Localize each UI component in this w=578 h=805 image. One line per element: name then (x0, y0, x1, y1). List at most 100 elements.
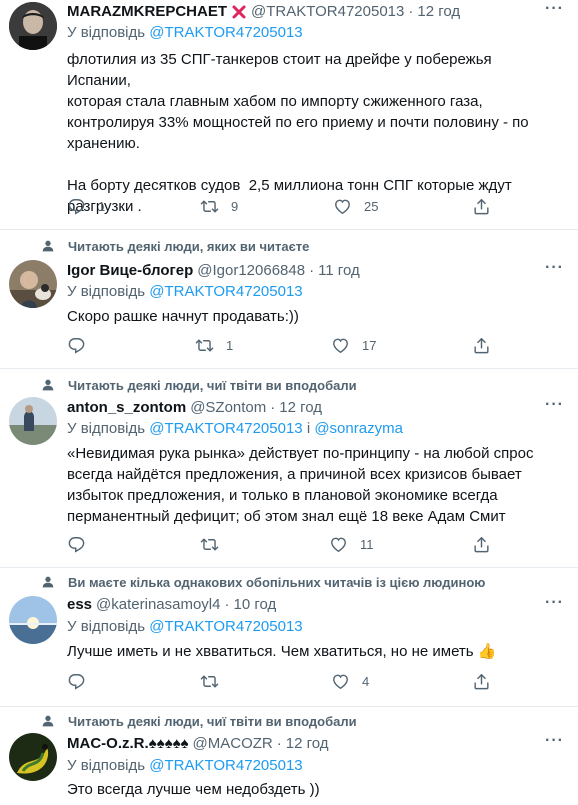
person-icon (40, 377, 56, 393)
like-count: 17 (362, 338, 377, 353)
retweet-button[interactable] (200, 535, 241, 554)
action-bar: 11 (67, 535, 497, 557)
share-button[interactable] (472, 336, 503, 355)
author-handle[interactable]: @SZontom (190, 399, 266, 416)
avatar[interactable] (9, 2, 57, 50)
reply-icon (67, 672, 86, 691)
action-bar: 4 (67, 672, 497, 694)
reply-to-link-2[interactable]: @sonrazyma (314, 420, 403, 437)
tweet[interactable]: Читають деякі люди, чиї твіти ви вподоба… (0, 707, 578, 805)
like-count: 11 (360, 537, 374, 552)
share-icon (472, 672, 491, 691)
reply-context: У відповідь @TRAKTOR47205013 (67, 618, 303, 635)
reply-to-link[interactable]: @TRAKTOR47205013 (149, 283, 302, 300)
reply-and: і (306, 420, 311, 437)
person-icon (40, 238, 56, 254)
like-button[interactable]: 25 (333, 197, 378, 216)
like-button[interactable]: 4 (331, 672, 372, 691)
reply-to-link[interactable]: @TRAKTOR47205013 (149, 757, 302, 774)
reply-context: У відповідь @TRAKTOR47205013 і @sonrazym… (67, 420, 403, 437)
heart-icon (333, 197, 352, 216)
author-name[interactable]: anton_s_zontom (67, 399, 186, 416)
reply-icon (67, 336, 86, 355)
social-context: Читають деякі люди, чиї твіти ви вподоба… (40, 713, 357, 729)
avatar[interactable] (9, 260, 57, 308)
reply-button[interactable]: 1 (67, 197, 108, 216)
separator-dot: · (270, 399, 276, 416)
more-icon[interactable]: ··· (545, 396, 564, 414)
reply-prefix: У відповідь (67, 283, 146, 300)
tweet[interactable]: MARAZMKREPCHAET @TRAKTOR47205013 · 12 го… (0, 0, 578, 228)
author-handle[interactable]: @MACOZR (193, 735, 273, 752)
tweet-text: Скоро рашке начнут продавать:)) (67, 308, 299, 325)
retweet-count: 9 (231, 199, 239, 214)
social-context-text: Читають деякі люди, чиї твіти ви вподоба… (68, 713, 357, 729)
tweet-text: флотилия из 35 СПГ-танкеров стоит на дре… (67, 51, 529, 215)
author-name[interactable]: ess (67, 596, 92, 613)
author-handle[interactable]: @TRAKTOR47205013 (251, 3, 404, 20)
retweet-button[interactable]: 9 (200, 197, 241, 216)
author-name[interactable]: MARAZMKREPCHAET (67, 3, 227, 20)
social-context-text: Читають деякі люди, яких ви читаєте (68, 238, 310, 254)
reply-context: У відповідь @TRAKTOR47205013 (67, 24, 303, 41)
share-icon (472, 197, 491, 216)
tweet[interactable]: Читають деякі люди, яких ви читаєте Igor… (0, 230, 578, 368)
social-context: Читають деякі люди, чиї твіти ви вподоба… (40, 377, 357, 393)
timestamp[interactable]: 11 год (318, 262, 360, 279)
tweet[interactable]: Читають деякі люди, чиї твіти ви вподоба… (0, 369, 578, 567)
share-button[interactable] (472, 197, 503, 216)
person-icon (40, 574, 56, 590)
author-handle[interactable]: @Igor12066848 (197, 262, 305, 279)
retweet-icon (200, 672, 219, 691)
author-name[interactable]: MAC-O.z.R.♠♠♠♠♠ (67, 735, 189, 752)
retweet-count: 1 (226, 338, 234, 353)
author-name[interactable]: Igor Вице-блогер (67, 262, 193, 279)
like-count: 4 (362, 674, 370, 689)
share-button[interactable] (472, 535, 503, 554)
heart-icon (329, 535, 348, 554)
cross-mark-icon (231, 4, 247, 20)
author-handle[interactable]: @katerinasamoyl4 (96, 596, 220, 613)
share-button[interactable] (472, 672, 503, 691)
more-icon[interactable]: ··· (545, 732, 564, 750)
action-bar: 1 9 25 (67, 197, 497, 219)
share-icon (472, 336, 491, 355)
timestamp[interactable]: 10 год (233, 596, 276, 613)
reply-prefix: У відповідь (67, 420, 146, 437)
reply-prefix: У відповідь (67, 618, 146, 635)
social-context: Ви маєте кілька однакових обопільних чит… (40, 574, 485, 590)
reply-prefix: У відповідь (67, 757, 146, 774)
tweet[interactable]: Ви маєте кілька однакових обопільних чит… (0, 568, 578, 706)
tweet-text: Лучше иметь и не хвватиться. Чем хватить… (67, 643, 497, 660)
reply-context: У відповідь @TRAKTOR47205013 (67, 757, 303, 774)
timestamp[interactable]: 12 год (286, 735, 329, 752)
reply-to-link[interactable]: @TRAKTOR47205013 (149, 618, 302, 635)
like-button[interactable]: 17 (331, 336, 376, 355)
retweet-icon (200, 197, 219, 216)
heart-icon (331, 336, 350, 355)
more-icon[interactable]: ··· (545, 259, 564, 277)
avatar[interactable] (9, 397, 57, 445)
reply-to-link[interactable]: @TRAKTOR47205013 (149, 24, 302, 41)
retweet-button[interactable]: 1 (195, 336, 236, 355)
retweet-button[interactable] (200, 672, 241, 691)
avatar[interactable] (9, 596, 57, 644)
share-icon (472, 535, 491, 554)
social-context-text: Читають деякі люди, чиї твіти ви вподоба… (68, 377, 357, 393)
timestamp[interactable]: 12 год (417, 3, 460, 20)
like-button[interactable]: 11 (329, 535, 374, 554)
reply-to-link[interactable]: @TRAKTOR47205013 (149, 420, 302, 437)
more-icon[interactable]: ··· (545, 594, 564, 612)
tweet-text: «Невидимая рука рынка» действует по-прин… (67, 445, 534, 525)
retweet-icon (195, 336, 214, 355)
reply-button[interactable] (67, 672, 108, 691)
heart-icon (331, 672, 350, 691)
more-icon[interactable]: ··· (545, 0, 564, 18)
reply-button[interactable] (67, 535, 108, 554)
reply-button[interactable] (67, 336, 108, 355)
avatar[interactable] (9, 733, 57, 781)
timestamp[interactable]: 12 год (279, 399, 322, 416)
reply-count: 1 (98, 199, 106, 214)
retweet-icon (200, 535, 219, 554)
person-icon (40, 713, 56, 729)
